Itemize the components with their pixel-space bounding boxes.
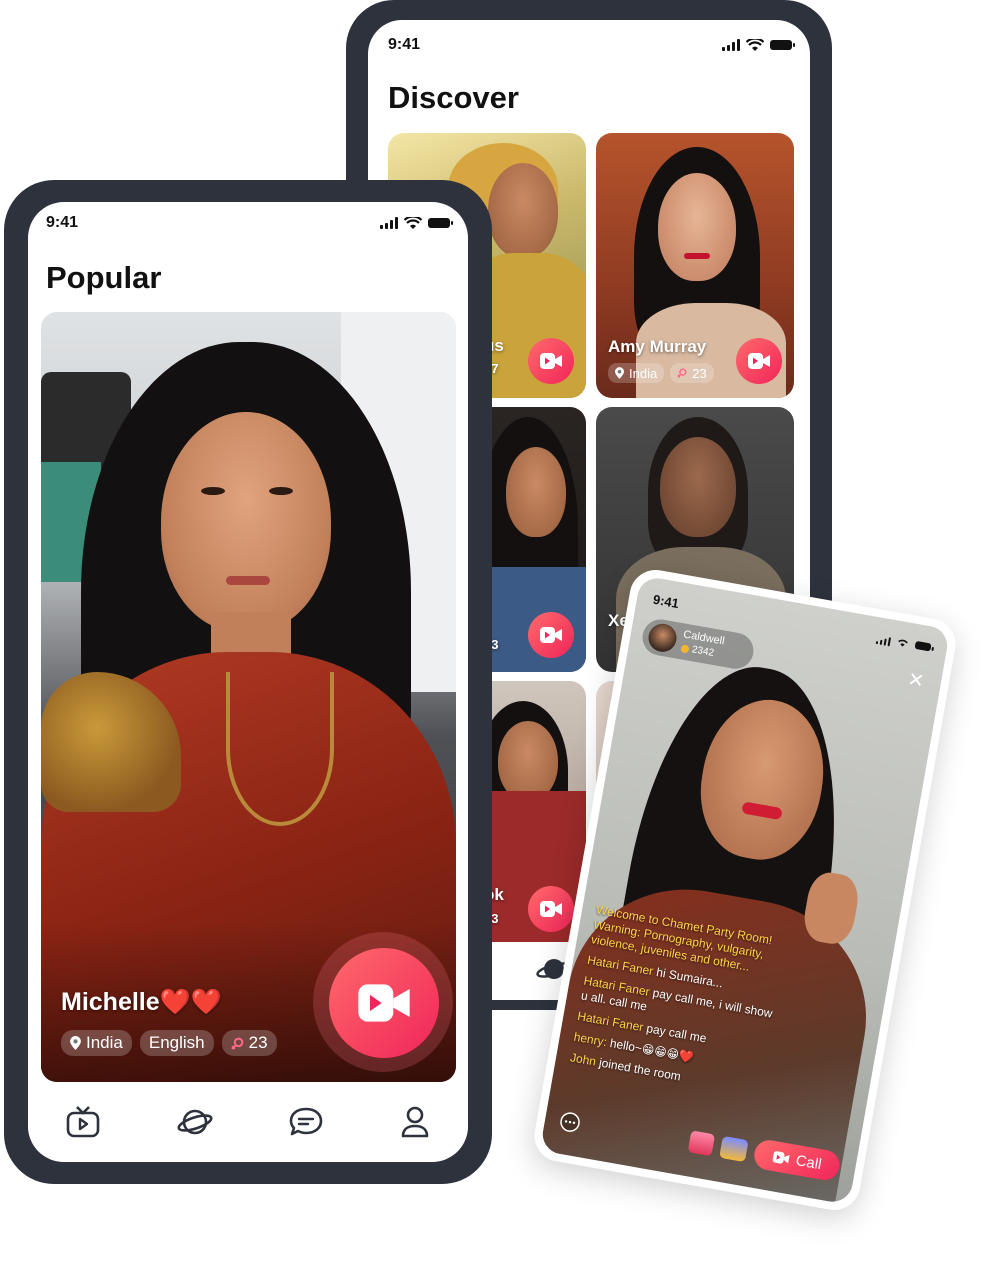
location-pin-icon: [615, 367, 624, 379]
chat-icon[interactable]: [288, 1105, 324, 1139]
card-name: Amy Murray: [608, 337, 707, 356]
age-chip: 23: [221, 1030, 277, 1056]
profile-card[interactable]: Amy Murray India 23: [596, 133, 794, 398]
video-call-button[interactable]: [329, 948, 439, 1058]
planet-icon[interactable]: [176, 1105, 214, 1139]
wifi-icon: [746, 38, 764, 51]
signal-icon: [875, 632, 892, 647]
gift-icon[interactable]: [687, 1130, 716, 1157]
page-title: Discover: [388, 80, 519, 115]
chat-feed: Welcome to Chamet Party Room! Warning: P…: [569, 903, 795, 1100]
profile-name: Michelle❤️❤️: [61, 988, 222, 1016]
video-camera-icon: [540, 627, 562, 643]
location-pin-icon: [70, 1036, 81, 1050]
popular-screen: 9:41 Popular Michelle❤️❤️ India English …: [28, 202, 468, 1162]
video-camera-icon: [358, 984, 410, 1022]
featured-profile-card[interactable]: Michelle❤️❤️ India English 23: [41, 312, 456, 1082]
location-chip: India: [61, 1030, 132, 1056]
wifi-icon: [898, 639, 908, 647]
video-camera-icon: [772, 1150, 790, 1164]
host-score: 2342: [690, 644, 715, 659]
age-chip: 23: [670, 363, 714, 383]
video-call-button[interactable]: [528, 886, 574, 932]
female-icon: [677, 368, 687, 378]
video-call-button[interactable]: [528, 338, 574, 384]
page-title: Popular: [46, 260, 162, 295]
signal-icon: [722, 39, 740, 51]
battery-icon: [428, 218, 453, 228]
status-time: 9:41: [46, 214, 79, 231]
profile-icon[interactable]: [399, 1105, 431, 1139]
language-chip: English: [139, 1030, 214, 1056]
game-icon[interactable]: [719, 1135, 749, 1163]
status-time: 9:41: [651, 591, 681, 611]
status-time: 9:41: [388, 36, 421, 53]
battery-icon: [770, 40, 795, 50]
video-camera-icon: [540, 901, 562, 917]
wifi-icon: [404, 216, 422, 229]
tv-icon[interactable]: [65, 1105, 101, 1139]
tab-bar: [28, 1082, 468, 1162]
location-chip: India: [608, 363, 665, 383]
message-icon[interactable]: [557, 1109, 582, 1134]
video-camera-icon: [748, 353, 770, 369]
avatar: [646, 621, 679, 655]
battery-icon: [914, 640, 932, 652]
coin-icon: [680, 643, 690, 654]
video-call-button[interactable]: [528, 612, 574, 658]
video-camera-icon: [540, 353, 562, 369]
popular-phone: 9:41 Popular Michelle❤️❤️ India English …: [4, 180, 492, 1184]
female-icon: [231, 1037, 243, 1050]
signal-icon: [380, 217, 398, 229]
video-call-button[interactable]: [736, 338, 782, 384]
close-icon[interactable]: [908, 671, 924, 687]
